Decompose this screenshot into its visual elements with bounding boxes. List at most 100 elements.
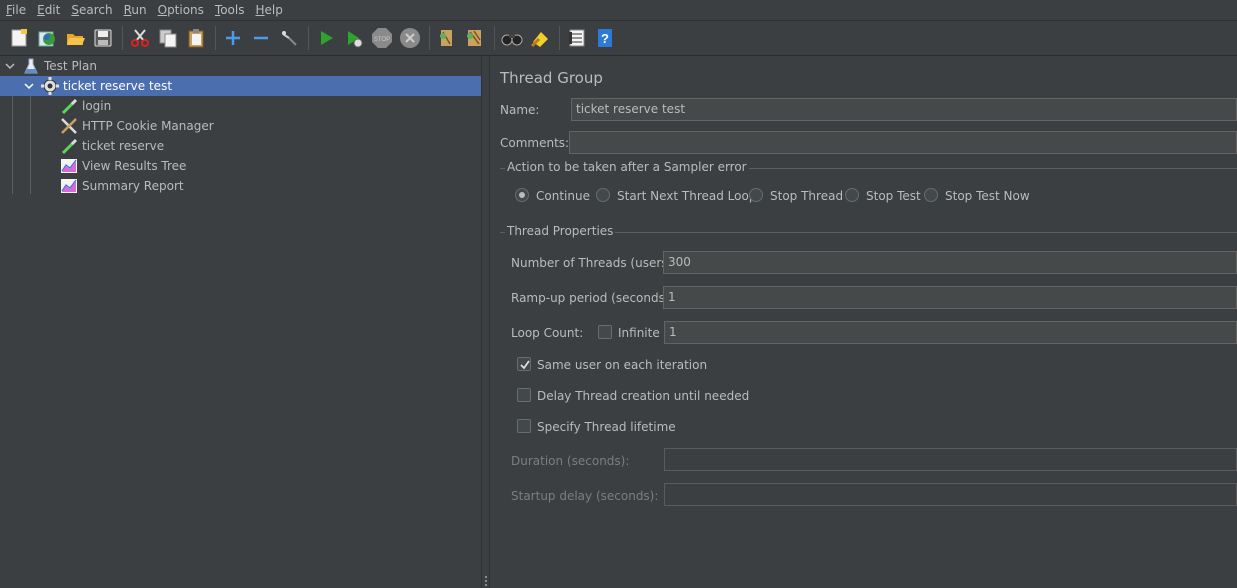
radio-start-next-loop[interactable] xyxy=(596,188,610,202)
checkmark-icon xyxy=(520,360,530,370)
toggle-icon[interactable] xyxy=(277,26,301,50)
duration-label: Duration (seconds): xyxy=(511,454,630,468)
thread-lifetime-checkbox[interactable] xyxy=(517,419,531,433)
radio-stop-thread-label[interactable]: Stop Thread xyxy=(770,189,843,203)
panel-title: Thread Group xyxy=(500,69,603,87)
chevron-down-icon[interactable] xyxy=(23,80,35,92)
graph-icon xyxy=(60,177,78,195)
svg-text:?: ? xyxy=(601,31,609,46)
radio-stop-test-now-label[interactable]: Stop Test Now xyxy=(945,189,1030,203)
tree-item-label: Test Plan xyxy=(44,59,97,73)
toolbar-separator xyxy=(559,26,560,50)
tree-item-label: View Results Tree xyxy=(82,159,187,173)
stop-icon[interactable]: STOP xyxy=(370,26,394,50)
infinite-checkbox[interactable] xyxy=(598,325,612,339)
rampup-label: Ramp-up period (seconds): xyxy=(511,291,674,305)
radio-stop-thread[interactable] xyxy=(749,188,763,202)
flask-icon xyxy=(22,57,40,75)
collapse-icon[interactable] xyxy=(249,26,273,50)
test-plan-tree: Test Plan ticket reserve test login HTTP… xyxy=(0,56,481,588)
start-no-pauses-icon[interactable] xyxy=(342,26,366,50)
tree-guide-line xyxy=(30,96,31,194)
radio-continue[interactable] xyxy=(515,188,529,202)
menu-options[interactable]: Options xyxy=(152,0,209,20)
comments-label: Comments: xyxy=(500,136,570,150)
start-icon[interactable] xyxy=(314,26,338,50)
menu-help[interactable]: Help xyxy=(250,0,288,20)
loop-count-field[interactable]: 1 xyxy=(664,321,1237,344)
toolbar-separator xyxy=(494,26,495,50)
svg-text:STOP: STOP xyxy=(374,37,390,43)
menu-edit[interactable]: Edit xyxy=(31,0,65,20)
tree-item-summary-report[interactable]: Summary Report xyxy=(60,176,184,196)
toolbar: STOP ? xyxy=(0,20,1237,56)
clear-icon[interactable] xyxy=(435,26,459,50)
name-field[interactable]: ticket reserve test xyxy=(571,98,1237,121)
threads-label: Number of Threads (users): xyxy=(511,256,677,270)
shutdown-icon[interactable] xyxy=(398,26,422,50)
toolbar-separator xyxy=(429,26,430,50)
loop-count-label: Loop Count: xyxy=(511,326,584,340)
tools-icon xyxy=(60,117,78,135)
duration-field[interactable] xyxy=(664,448,1237,471)
same-user-label[interactable]: Same user on each iteration xyxy=(537,358,707,372)
sampler-error-title: Action to be taken after a Sampler error xyxy=(505,160,749,174)
delay-creation-label[interactable]: Delay Thread creation until needed xyxy=(537,389,749,403)
same-user-checkbox[interactable] xyxy=(517,357,531,371)
save-icon[interactable] xyxy=(91,26,115,50)
paste-icon[interactable] xyxy=(184,26,208,50)
tree-item-view-results-tree[interactable]: View Results Tree xyxy=(60,156,186,176)
tree-item-label: HTTP Cookie Manager xyxy=(82,119,214,133)
radio-start-next-loop-label[interactable]: Start Next Thread Loop xyxy=(617,189,756,203)
open-icon[interactable] xyxy=(63,26,87,50)
graph-icon xyxy=(60,157,78,175)
templates-icon[interactable] xyxy=(35,26,59,50)
grip-icon xyxy=(485,576,487,586)
thread-lifetime-label[interactable]: Specify Thread lifetime xyxy=(537,420,676,434)
tree-item-login[interactable]: login xyxy=(60,96,111,116)
reset-search-icon[interactable] xyxy=(528,26,552,50)
menu-file[interactable]: File xyxy=(0,0,31,20)
pipette-icon xyxy=(60,97,78,115)
thread-properties-title: Thread Properties xyxy=(505,224,616,238)
radio-stop-test[interactable] xyxy=(845,188,859,202)
function-helper-icon[interactable] xyxy=(565,26,589,50)
split-pane-divider[interactable] xyxy=(481,56,490,588)
tree-item-cookie-manager[interactable]: HTTP Cookie Manager xyxy=(60,116,214,136)
radio-continue-label[interactable]: Continue xyxy=(536,189,590,203)
tree-item-label: Summary Report xyxy=(82,179,184,193)
new-icon[interactable] xyxy=(7,26,31,50)
menu-run[interactable]: Run xyxy=(118,0,152,20)
rampup-field[interactable]: 1 xyxy=(663,286,1237,309)
tree-item-ticket-reserve[interactable]: ticket reserve xyxy=(60,136,164,156)
search-icon[interactable] xyxy=(500,26,524,50)
name-label: Name: xyxy=(500,103,540,117)
copy-icon[interactable] xyxy=(156,26,180,50)
startup-delay-field[interactable] xyxy=(664,483,1237,506)
radio-stop-test-now[interactable] xyxy=(924,188,938,202)
gear-icon xyxy=(41,77,59,95)
threads-field[interactable]: 300 xyxy=(663,251,1237,274)
delay-creation-checkbox[interactable] xyxy=(517,388,531,402)
tree-item-thread-group[interactable]: ticket reserve test xyxy=(0,76,481,96)
tree-item-label: ticket reserve test xyxy=(63,79,173,93)
infinite-label[interactable]: Infinite xyxy=(618,326,660,340)
cut-icon[interactable] xyxy=(128,26,152,50)
clear-all-icon[interactable] xyxy=(463,26,487,50)
startup-delay-label: Startup delay (seconds): xyxy=(511,489,659,503)
menu-bar: File Edit Search Run Options Tools Help xyxy=(0,0,1237,20)
toolbar-separator xyxy=(122,26,123,50)
tree-item-label: ticket reserve xyxy=(82,139,165,153)
menu-tools[interactable]: Tools xyxy=(209,0,250,20)
help-icon[interactable]: ? xyxy=(593,26,617,50)
radio-stop-test-label[interactable]: Stop Test xyxy=(866,189,921,203)
expand-icon[interactable] xyxy=(221,26,245,50)
tree-item-test-plan[interactable]: Test Plan xyxy=(0,56,481,76)
menu-search[interactable]: Search xyxy=(65,0,117,20)
thread-group-panel: Thread Group Name: ticket reserve test C… xyxy=(490,56,1237,588)
chevron-down-icon[interactable] xyxy=(4,60,16,72)
comments-field[interactable] xyxy=(569,131,1237,154)
pipette-icon xyxy=(60,137,78,155)
tree-item-label: login xyxy=(82,99,112,113)
toolbar-separator xyxy=(215,26,216,50)
